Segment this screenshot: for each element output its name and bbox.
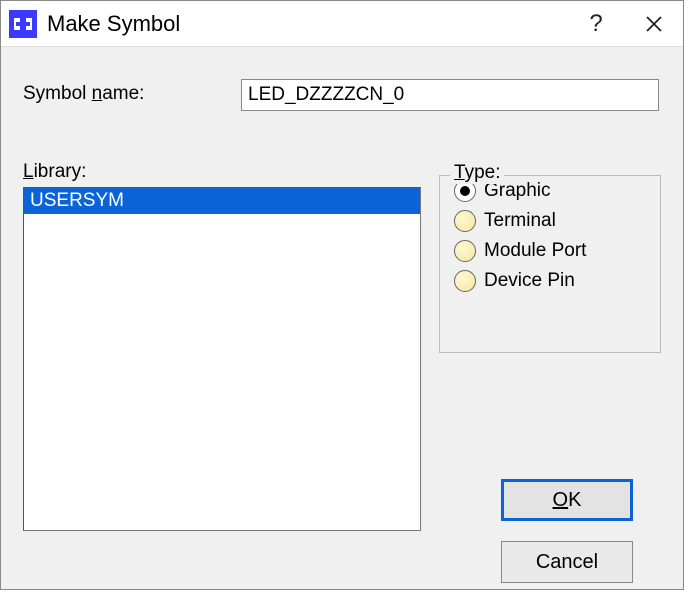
type-group: Type: Graphic Terminal Module Port Devic… — [439, 175, 661, 353]
make-symbol-dialog: Make Symbol ? Symbol name: Library: USER… — [0, 0, 684, 590]
ok-button[interactable]: OK — [501, 479, 633, 521]
library-label: Library: — [23, 161, 86, 183]
titlebar: Make Symbol ? — [1, 1, 683, 47]
symbol-name-input[interactable] — [241, 79, 659, 111]
radio-icon — [454, 270, 476, 292]
cancel-button[interactable]: Cancel — [501, 541, 633, 583]
radio-device-pin[interactable]: Device Pin — [440, 266, 660, 296]
radio-label: Device Pin — [484, 270, 575, 292]
symbol-name-label: Symbol name: — [23, 83, 144, 105]
radio-label: Terminal — [484, 210, 556, 232]
app-icon — [9, 10, 37, 38]
client-area: Symbol name: Library: USERSYM Type: Grap… — [1, 47, 683, 589]
library-list[interactable]: USERSYM — [23, 187, 421, 531]
radio-module-port[interactable]: Module Port — [440, 236, 660, 266]
radio-label: Module Port — [484, 240, 586, 262]
close-button[interactable] — [625, 1, 683, 47]
dialog-title: Make Symbol — [47, 11, 567, 37]
help-button[interactable]: ? — [567, 1, 625, 47]
radio-icon — [454, 210, 476, 232]
type-group-label: Type: — [450, 162, 504, 184]
radio-terminal[interactable]: Terminal — [440, 206, 660, 236]
list-item[interactable]: USERSYM — [24, 188, 420, 214]
radio-icon — [454, 240, 476, 262]
